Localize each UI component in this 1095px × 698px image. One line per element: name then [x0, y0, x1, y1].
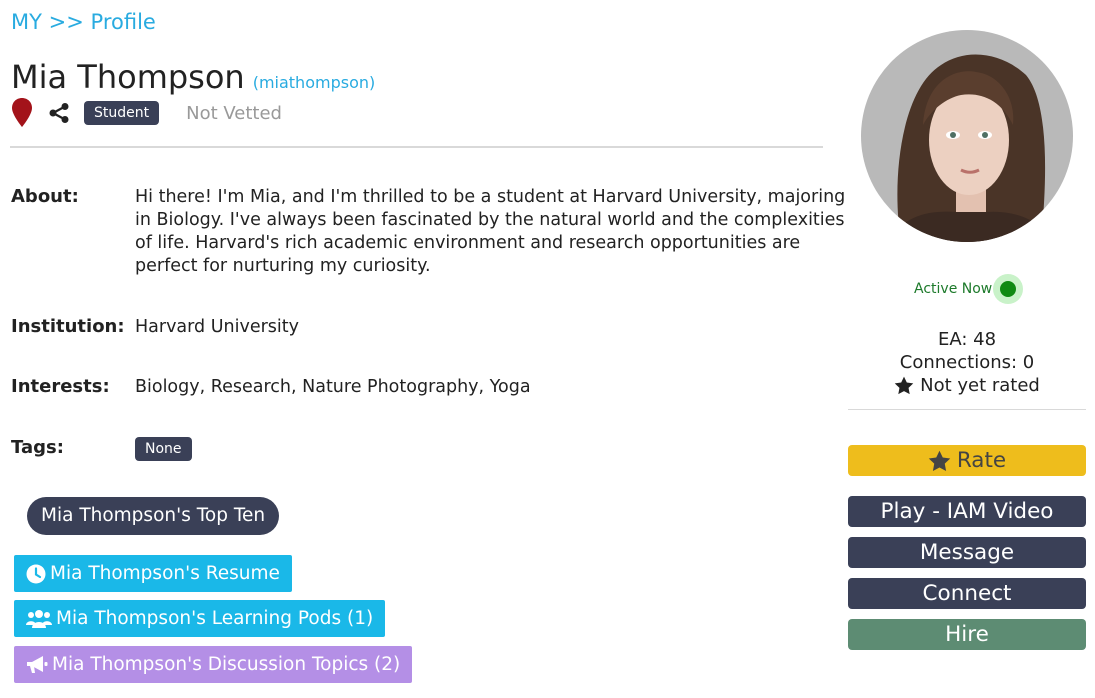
- rate-button[interactable]: Rate: [848, 445, 1086, 476]
- header-divider: [10, 146, 823, 148]
- interests-label: Interests:: [11, 376, 110, 397]
- map-pin-icon[interactable]: [11, 97, 33, 129]
- profile-meta-row: Student Not Vetted: [11, 96, 282, 130]
- discussion-topics-button[interactable]: Mia Thompson's Discussion Topics (2): [14, 646, 413, 683]
- about-label: About:: [11, 186, 79, 207]
- star-icon: [928, 450, 951, 471]
- institution-value: Harvard University: [135, 317, 299, 337]
- breadcrumb: MY >> Profile: [11, 10, 156, 34]
- breadcrumb-root-link[interactable]: MY: [11, 10, 42, 34]
- institution-label: Institution:: [11, 316, 125, 337]
- megaphone-icon: [27, 655, 48, 673]
- online-status: Active Now: [914, 274, 1024, 304]
- discussion-topics-label: Mia Thompson's Discussion Topics (2): [52, 654, 401, 675]
- breadcrumb-separator: >>: [48, 10, 84, 34]
- rating-summary: Not yet rated: [848, 374, 1086, 397]
- connect-button[interactable]: Connect: [848, 578, 1086, 609]
- role-badge: Student: [84, 101, 160, 125]
- message-button[interactable]: Message: [848, 537, 1086, 568]
- sidebar-divider: [848, 409, 1086, 410]
- star-icon: [894, 376, 914, 395]
- interests-value: Biology, Research, Nature Photography, Y…: [135, 377, 531, 397]
- online-status-label: Active Now: [914, 281, 993, 297]
- play-video-button[interactable]: Play - IAM Video: [848, 496, 1086, 527]
- profile-stats: EA: 48 Connections: 0 Not yet rated: [848, 328, 1086, 397]
- learning-pods-button[interactable]: Mia Thompson's Learning Pods (1): [14, 600, 386, 637]
- rate-button-label: Rate: [956, 448, 1007, 473]
- hire-button[interactable]: Hire: [848, 619, 1086, 650]
- rating-text: Not yet rated: [920, 375, 1040, 396]
- profile-username: (miathompson): [252, 73, 376, 92]
- resume-button[interactable]: Mia Thompson's Resume: [14, 555, 292, 592]
- tags-label: Tags:: [11, 437, 64, 458]
- learning-pods-label: Mia Thompson's Learning Pods (1): [56, 608, 374, 629]
- profile-name: Mia Thompson: [11, 58, 245, 96]
- breadcrumb-current[interactable]: Profile: [91, 10, 156, 34]
- tag-badge: None: [135, 437, 192, 461]
- connections-count: Connections: 0: [899, 352, 1035, 373]
- clock-icon: [26, 564, 46, 583]
- about-text: Hi there! I'm Mia, and I'm thrilled to b…: [135, 187, 846, 276]
- profile-header: Mia Thompson (miathompson): [11, 58, 375, 96]
- avatar: [861, 30, 1073, 242]
- top-ten-button[interactable]: Mia Thompson's Top Ten: [27, 497, 280, 535]
- vetted-status: Not Vetted: [186, 102, 282, 124]
- online-indicator-icon: [993, 274, 1024, 304]
- resume-label: Mia Thompson's Resume: [50, 563, 280, 584]
- share-icon[interactable]: [48, 102, 70, 124]
- ea-score: EA: 48: [937, 329, 997, 350]
- users-icon: [26, 609, 52, 628]
